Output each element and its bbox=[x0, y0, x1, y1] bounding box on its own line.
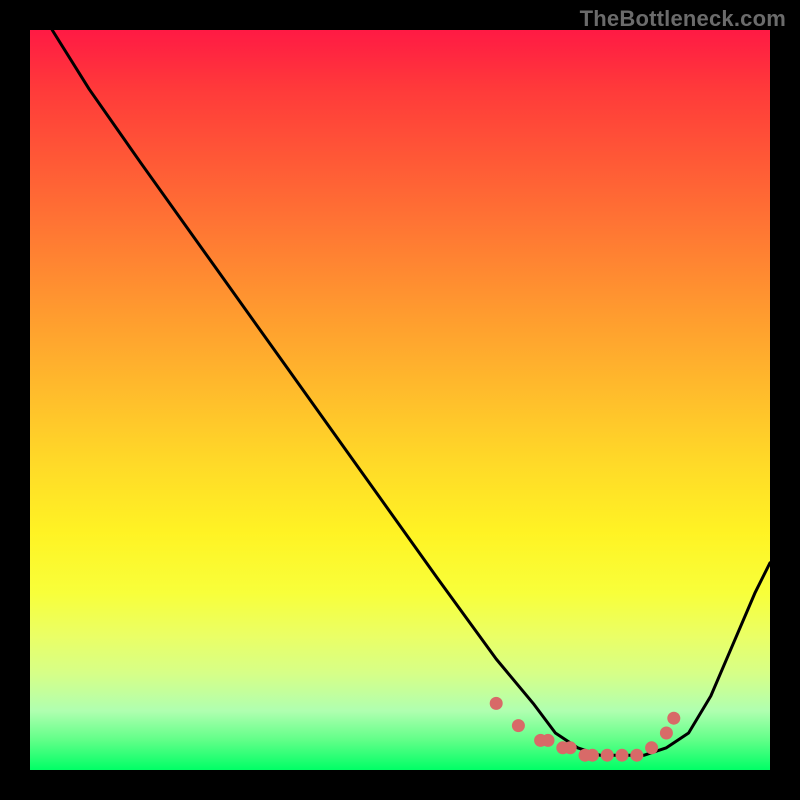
marker-dot bbox=[645, 741, 658, 754]
chart-container: TheBottleneck.com bbox=[0, 0, 800, 800]
watermark-text: TheBottleneck.com bbox=[580, 6, 786, 32]
marker-dot bbox=[542, 734, 555, 747]
marker-dot bbox=[490, 697, 503, 710]
marker-dot bbox=[564, 741, 577, 754]
marker-dot bbox=[512, 719, 525, 732]
marker-dot bbox=[616, 749, 629, 762]
bottleneck-curve-path bbox=[52, 30, 770, 755]
marker-dot bbox=[601, 749, 614, 762]
chart-svg bbox=[30, 30, 770, 770]
marker-dot bbox=[660, 727, 673, 740]
marker-dot bbox=[630, 749, 643, 762]
plot-area bbox=[30, 30, 770, 770]
curve-layer bbox=[52, 30, 770, 755]
marker-layer bbox=[490, 697, 681, 762]
marker-dot bbox=[586, 749, 599, 762]
marker-dot bbox=[667, 712, 680, 725]
